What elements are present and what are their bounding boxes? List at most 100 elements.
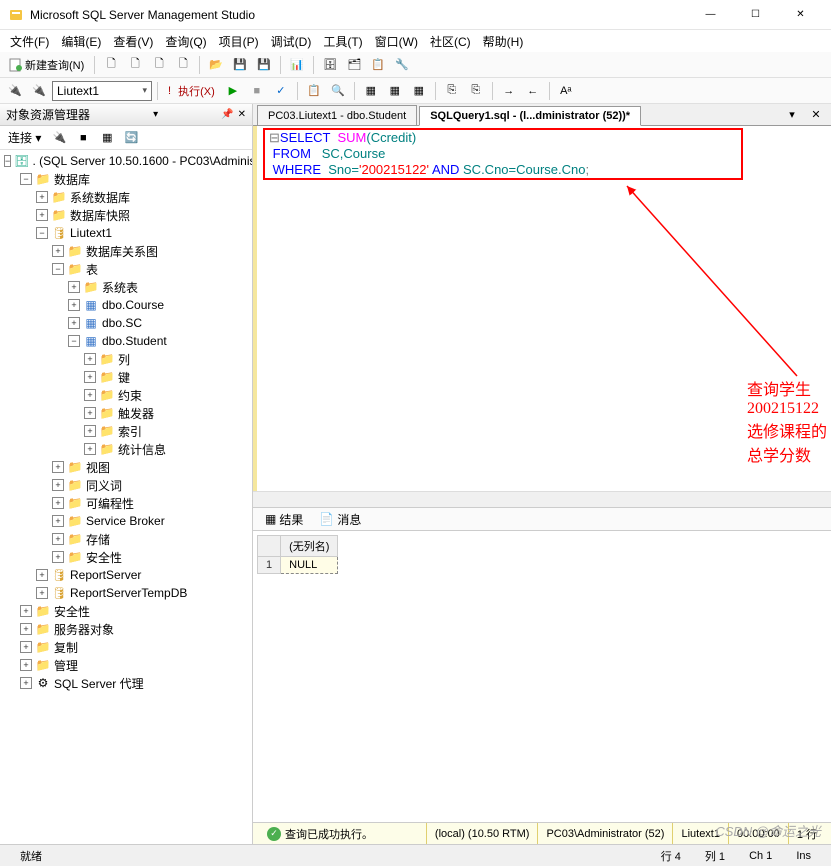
tree-rst[interactable]: +🛢ReportServerTempDB [0,584,252,602]
btn-db4[interactable]: 🗋 [172,54,194,76]
tab-close-button[interactable]: ✕ [805,103,827,125]
tree-keys[interactable]: +📁键 [0,368,252,386]
separator [199,56,200,74]
tree-sc[interactable]: +▦dbo.SC [0,314,252,332]
messages-tab[interactable]: 📄消息 [313,509,367,530]
col-header[interactable]: (无列名) [281,536,338,557]
minimize-button[interactable]: — [688,1,733,29]
tree-prog[interactable]: +📁可编程性 [0,494,252,512]
debug-button[interactable]: ▶ [222,80,244,102]
pin-button[interactable]: 📌 [221,109,233,120]
indent-button[interactable]: → [498,80,520,102]
btn-db2[interactable]: 🗋 [124,54,146,76]
intellisense-button[interactable]: 🔍 [327,80,349,102]
tree-cols[interactable]: +📁列 [0,350,252,368]
tree-idx[interactable]: +📁索引 [0,422,252,440]
specify-values-button[interactable]: Aᵃ [555,80,577,102]
saveall-button[interactable]: 💾 [253,54,275,76]
tree-mgmt[interactable]: +📁管理 [0,656,252,674]
tree-topsec[interactable]: +📁安全性 [0,602,252,620]
tree-course[interactable]: +▦dbo.Course [0,296,252,314]
tab-sqlquery[interactable]: SQLQuery1.sql - (l...dministrator (52))* [419,106,641,126]
tree-server[interactable]: −🗄. (SQL Server 10.50.1600 - PC03\Admini… [0,152,252,170]
tree-stats[interactable]: +📁统计信息 [0,440,252,458]
comment-button[interactable]: ⎘ [441,80,463,102]
connect-button[interactable]: 连接 ▾ [4,129,45,146]
sql-editor[interactable]: ⊟SELECT SUM(Ccredit) FROM SC,Course WHER… [253,126,831,491]
btn-db3[interactable]: 🗋 [148,54,170,76]
autohide-button[interactable]: ▾ [153,109,158,120]
tab-student[interactable]: PC03.Liutext1 - dbo.Student [257,105,417,125]
tree-srvobj[interactable]: +📁服务器对象 [0,620,252,638]
tree-views[interactable]: +📁视图 [0,458,252,476]
separator [492,82,493,100]
filter-button[interactable]: ▦ [97,128,117,148]
menu-project[interactable]: 项目(P) [213,31,265,52]
maximize-button[interactable]: ☐ [733,1,778,29]
tree-syn[interactable]: +📁同义词 [0,476,252,494]
results-text-button[interactable]: ▦ [360,80,382,102]
tree-dbsnap[interactable]: +📁数据库快照 [0,206,252,224]
results-grid[interactable]: (无列名) 1NULL [253,531,831,822]
toolbar-main: 新建查询(N) 🗋 🗋 🗋 🗋 📂 💾 💾 📊 🗄 🗂 📋 🔧 [0,52,831,78]
menu-file[interactable]: 文件(F) [4,31,55,52]
registered-servers-button[interactable]: 🗄 [319,54,341,76]
tree-stor[interactable]: +📁存储 [0,530,252,548]
panel-close-button[interactable]: ✕ [238,109,246,120]
change-connection-button[interactable]: 🔌 [28,80,50,102]
results-tab-label: 结果 [279,511,303,528]
menu-query[interactable]: 查询(Q) [159,31,212,52]
database-combo[interactable]: Liutext1 [52,81,152,101]
tree-sec[interactable]: +📁安全性 [0,548,252,566]
stop-button[interactable]: ■ [73,128,93,148]
execute-button[interactable]: ! 执行(X) [163,80,220,102]
tree-liutext1[interactable]: −🛢Liutext1 [0,224,252,242]
results-grid-button[interactable]: ▦ [384,80,406,102]
refresh-button[interactable]: 🔄 [121,128,141,148]
tree-agent[interactable]: +⚙SQL Server 代理 [0,674,252,692]
tab-dropdown-button[interactable]: ▾ [781,103,803,125]
folder-icon: 📁 [35,621,51,637]
tree-trig[interactable]: +📁触发器 [0,404,252,422]
tree-rs[interactable]: +🛢ReportServer [0,566,252,584]
tree-cons[interactable]: +📁约束 [0,386,252,404]
uncomment-button[interactable]: ⎘ [465,80,487,102]
menu-edit[interactable]: 编辑(E) [55,31,107,52]
results-tab[interactable]: ▦结果 [259,509,309,530]
tree-sb[interactable]: +📁Service Broker [0,512,252,530]
save-button[interactable]: 💾 [229,54,251,76]
menu-view[interactable]: 查看(V) [107,31,159,52]
tree-tables[interactable]: −📁表 [0,260,252,278]
menu-help[interactable]: 帮助(H) [477,31,530,52]
results-file-button[interactable]: ▦ [408,80,430,102]
properties-button[interactable]: 🔧 [391,54,413,76]
close-button[interactable]: ✕ [778,1,823,29]
connection-button[interactable]: 🔌 [4,80,26,102]
row-number[interactable]: 1 [258,557,281,574]
parse-button[interactable]: ✓ [270,80,292,102]
plan-button[interactable]: 📋 [303,80,325,102]
table-icon: ▦ [83,315,99,331]
outdent-button[interactable]: ← [522,80,544,102]
tree-student[interactable]: −▦dbo.Student [0,332,252,350]
cell-value[interactable]: NULL [281,557,338,574]
activity-button[interactable]: 📊 [286,54,308,76]
btn-db1[interactable]: 🗋 [100,54,122,76]
object-explorer-button[interactable]: 🗂 [343,54,365,76]
menu-debug[interactable]: 调试(D) [265,31,318,52]
tree-repl[interactable]: +📁复制 [0,638,252,656]
template-button[interactable]: 📋 [367,54,389,76]
stop-button[interactable]: ■ [246,80,268,102]
menu-window[interactable]: 窗口(W) [369,31,424,52]
tree-sysdb[interactable]: +📁系统数据库 [0,188,252,206]
menu-community[interactable]: 社区(C) [424,31,477,52]
tree-systables[interactable]: +📁系统表 [0,278,252,296]
menu-tools[interactable]: 工具(T) [317,31,368,52]
tree-databases[interactable]: −📁数据库 [0,170,252,188]
object-tree[interactable]: −🗄. (SQL Server 10.50.1600 - PC03\Admini… [0,150,252,844]
tree-dbrel[interactable]: +📁数据库关系图 [0,242,252,260]
open-button[interactable]: 📂 [205,54,227,76]
disconnect-button[interactable]: 🔌 [49,128,69,148]
new-query-button[interactable]: 新建查询(N) [4,54,89,76]
editor-hscroll[interactable] [253,491,831,507]
